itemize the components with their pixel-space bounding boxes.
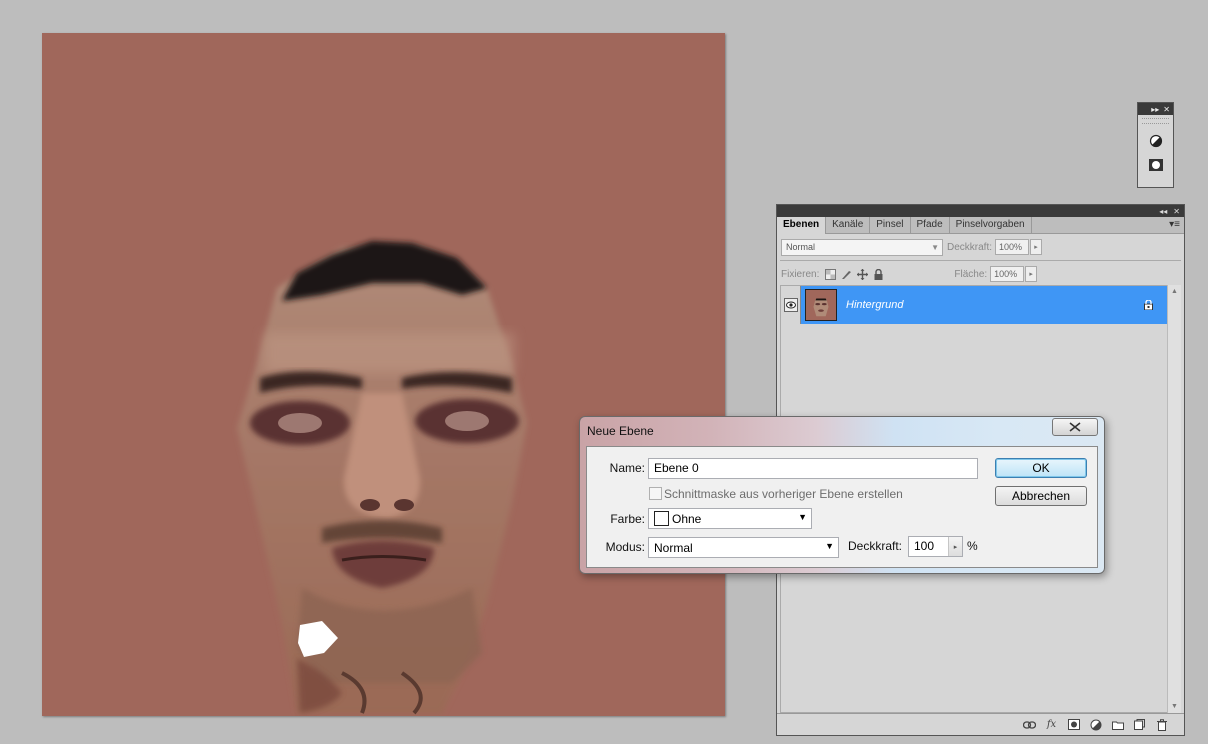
layers-panel-header: ◂◂ ✕ bbox=[777, 205, 1184, 217]
add-mask-icon[interactable] bbox=[1067, 719, 1080, 731]
chevron-down-icon: ▼ bbox=[825, 541, 834, 551]
dialog-body: Name: Ebene 0 Schnittmaske aus vorherige… bbox=[586, 446, 1098, 568]
opacity-value: 100 bbox=[914, 539, 935, 553]
fill-label: Fläche: bbox=[954, 268, 988, 280]
percent-label: % bbox=[967, 539, 978, 553]
layers-panel-footer: fx bbox=[777, 713, 1184, 735]
panel-tabs: Ebenen Kanäle Pinsel Pfade Pinselvorgabe… bbox=[777, 217, 1184, 234]
expand-panel-icon[interactable]: ▸▸ bbox=[1151, 105, 1159, 114]
scroll-up-icon[interactable]: ▲ bbox=[1171, 288, 1178, 295]
color-swatch bbox=[654, 511, 669, 526]
chevron-down-icon: ▼ bbox=[931, 242, 939, 252]
panel-grip[interactable] bbox=[1142, 118, 1169, 124]
mode-value: Normal bbox=[654, 540, 693, 555]
ok-button[interactable]: OK bbox=[995, 458, 1087, 478]
dialog-close-button[interactable] bbox=[1052, 418, 1098, 436]
trash-icon[interactable] bbox=[1155, 718, 1168, 731]
lock-transparency-icon[interactable] bbox=[825, 268, 837, 280]
mask-icon[interactable] bbox=[1148, 158, 1164, 172]
lock-image-brush-icon[interactable] bbox=[841, 269, 852, 280]
opacity-label: Deckkraft: bbox=[947, 241, 993, 253]
tab-brush-presets[interactable]: Pinselvorgaben bbox=[950, 217, 1032, 233]
lock-icon bbox=[1144, 300, 1153, 310]
lock-position-move-icon[interactable] bbox=[857, 268, 869, 280]
visibility-toggle[interactable] bbox=[783, 298, 798, 312]
opacity-input[interactable]: 100 ▸ bbox=[908, 536, 963, 557]
lock-label: Fixieren: bbox=[781, 268, 820, 280]
clipping-mask-label: Schnittmaske aus vorheriger Ebene erstel… bbox=[664, 487, 903, 501]
eye-icon bbox=[785, 301, 796, 309]
collapse-panel-icon[interactable]: ◂◂ bbox=[1159, 207, 1167, 216]
visibility-column bbox=[781, 286, 801, 324]
close-icon[interactable]: ✕ bbox=[1163, 105, 1170, 114]
chevron-down-icon: ▼ bbox=[798, 512, 807, 522]
color-value: Ohne bbox=[672, 511, 702, 526]
opacity-label: Deckkraft: bbox=[848, 539, 903, 553]
adjustments-mini-panel: ▸▸ ✕ bbox=[1137, 102, 1174, 188]
opacity-input[interactable]: 100% bbox=[995, 239, 1030, 255]
link-icon[interactable] bbox=[1023, 719, 1036, 731]
tab-paths[interactable]: Pfade bbox=[911, 217, 950, 233]
blend-row: Normal ▼ Deckkraft: 100% ▸ bbox=[777, 234, 1184, 260]
layer-name[interactable]: Hintergrund bbox=[846, 299, 1144, 311]
layer-thumbnail bbox=[805, 289, 837, 321]
layer-list-scrollbar[interactable]: ▲ ▼ bbox=[1167, 285, 1181, 713]
fx-icon[interactable]: fx bbox=[1045, 719, 1058, 731]
close-icon bbox=[1069, 422, 1081, 432]
color-select[interactable]: Ohne ▼ bbox=[648, 508, 812, 529]
clipping-mask-checkbox[interactable] bbox=[649, 487, 662, 500]
fill-input[interactable]: 100% bbox=[990, 266, 1025, 282]
cancel-button[interactable]: Abbrechen bbox=[995, 486, 1087, 506]
color-label: Farbe: bbox=[610, 512, 645, 526]
lock-all-icon[interactable] bbox=[873, 268, 884, 280]
close-icon[interactable]: ✕ bbox=[1173, 207, 1180, 216]
fill-slider-button[interactable]: ▸ bbox=[1025, 266, 1038, 282]
lock-row: Fixieren: Fläche: 100% ▸ bbox=[777, 261, 1184, 287]
name-input[interactable]: Ebene 0 bbox=[648, 458, 978, 479]
new-layer-dialog: Neue Ebene Name: Ebene 0 Schnittmaske au… bbox=[579, 416, 1105, 574]
tab-channels[interactable]: Kanäle bbox=[826, 217, 871, 233]
mode-label: Modus: bbox=[605, 540, 645, 554]
layer-row[interactable]: Hintergrund bbox=[781, 286, 1167, 324]
dialog-title: Neue Ebene bbox=[587, 424, 654, 438]
mode-select[interactable]: Normal ▼ bbox=[648, 537, 839, 558]
blend-mode-value: Normal bbox=[786, 241, 816, 252]
tab-brush[interactable]: Pinsel bbox=[870, 217, 911, 233]
adjustment-icon[interactable] bbox=[1148, 134, 1164, 148]
document-canvas[interactable] bbox=[42, 33, 725, 716]
folder-icon[interactable] bbox=[1111, 719, 1124, 731]
opacity-slider-button[interactable]: ▸ bbox=[948, 537, 962, 556]
name-label: Name: bbox=[609, 461, 645, 475]
blend-mode-select[interactable]: Normal ▼ bbox=[781, 238, 943, 256]
face-image bbox=[237, 241, 527, 715]
panel-menu-icon[interactable]: ▾≡ bbox=[1169, 219, 1180, 230]
opacity-slider-button[interactable]: ▸ bbox=[1030, 239, 1043, 255]
adjustment-layer-icon[interactable] bbox=[1089, 719, 1102, 731]
mini-panel-header: ▸▸ ✕ bbox=[1138, 103, 1173, 115]
tab-layers[interactable]: Ebenen bbox=[777, 217, 827, 234]
scroll-down-icon[interactable]: ▼ bbox=[1171, 703, 1178, 710]
new-layer-icon[interactable] bbox=[1133, 719, 1146, 731]
